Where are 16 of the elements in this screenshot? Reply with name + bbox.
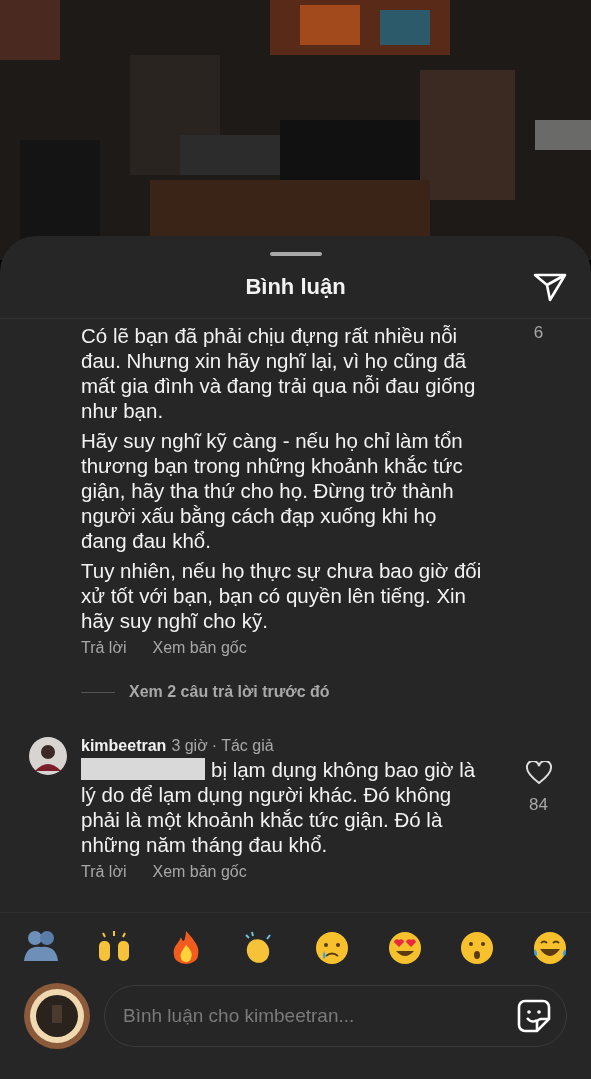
comment-time: 3 giờ bbox=[171, 737, 208, 754]
sheet-title: Bình luận bbox=[245, 274, 346, 300]
username[interactable]: kimbeetran bbox=[81, 737, 167, 754]
comment-text: Có lẽ bạn đã phải chịu đựng rất nhiều nỗi đau. Nhưng xin hãy nghĩ lại, vì họ cũng đã mất gia đình và đang trải qua nỗi đau giống như bạn. bbox=[81, 324, 476, 422]
comment-text: bị lạm dụng không bao giờ là lý do để lạm dụng người khác. Đó không phải là một khoảnh khắc tức giận. Đó là những năm tháng đau khổ. bbox=[81, 758, 476, 856]
view-replies-link[interactable]: Xem 2 câu trả lời trước đó bbox=[129, 683, 330, 701]
comment-text: Tuy nhiên, nếu họ thực sự chưa bao giờ đối xử tốt với bạn, bạn có quyền lên tiếng. Xin hãy suy nghĩ cho kỹ. bbox=[81, 559, 482, 632]
comment-action-link[interactable]: Trả lời bbox=[81, 639, 127, 657]
comment-action-link[interactable]: Xem bản gốc bbox=[152, 863, 247, 881]
author-label: · Tác giả bbox=[211, 737, 274, 754]
like-count: 6 bbox=[533, 323, 544, 343]
comment-input[interactable]: Bình luận cho kimbeetran... bbox=[104, 985, 567, 1047]
comment-action-link[interactable]: Xem bản gốc bbox=[152, 639, 247, 657]
like-count: 84 bbox=[529, 795, 548, 815]
comment-action-link[interactable]: Trả lời bbox=[81, 863, 127, 881]
comment-text: Hãy suy nghĩ kỹ càng - nếu họ chỉ làm tổn thương bạn trong những khoảnh khắc tức giận, hãy tha thứ cho họ. Đừng trở thành người xấu bằng cách đạp xuống khi họ đang đau khổ. bbox=[81, 429, 463, 552]
